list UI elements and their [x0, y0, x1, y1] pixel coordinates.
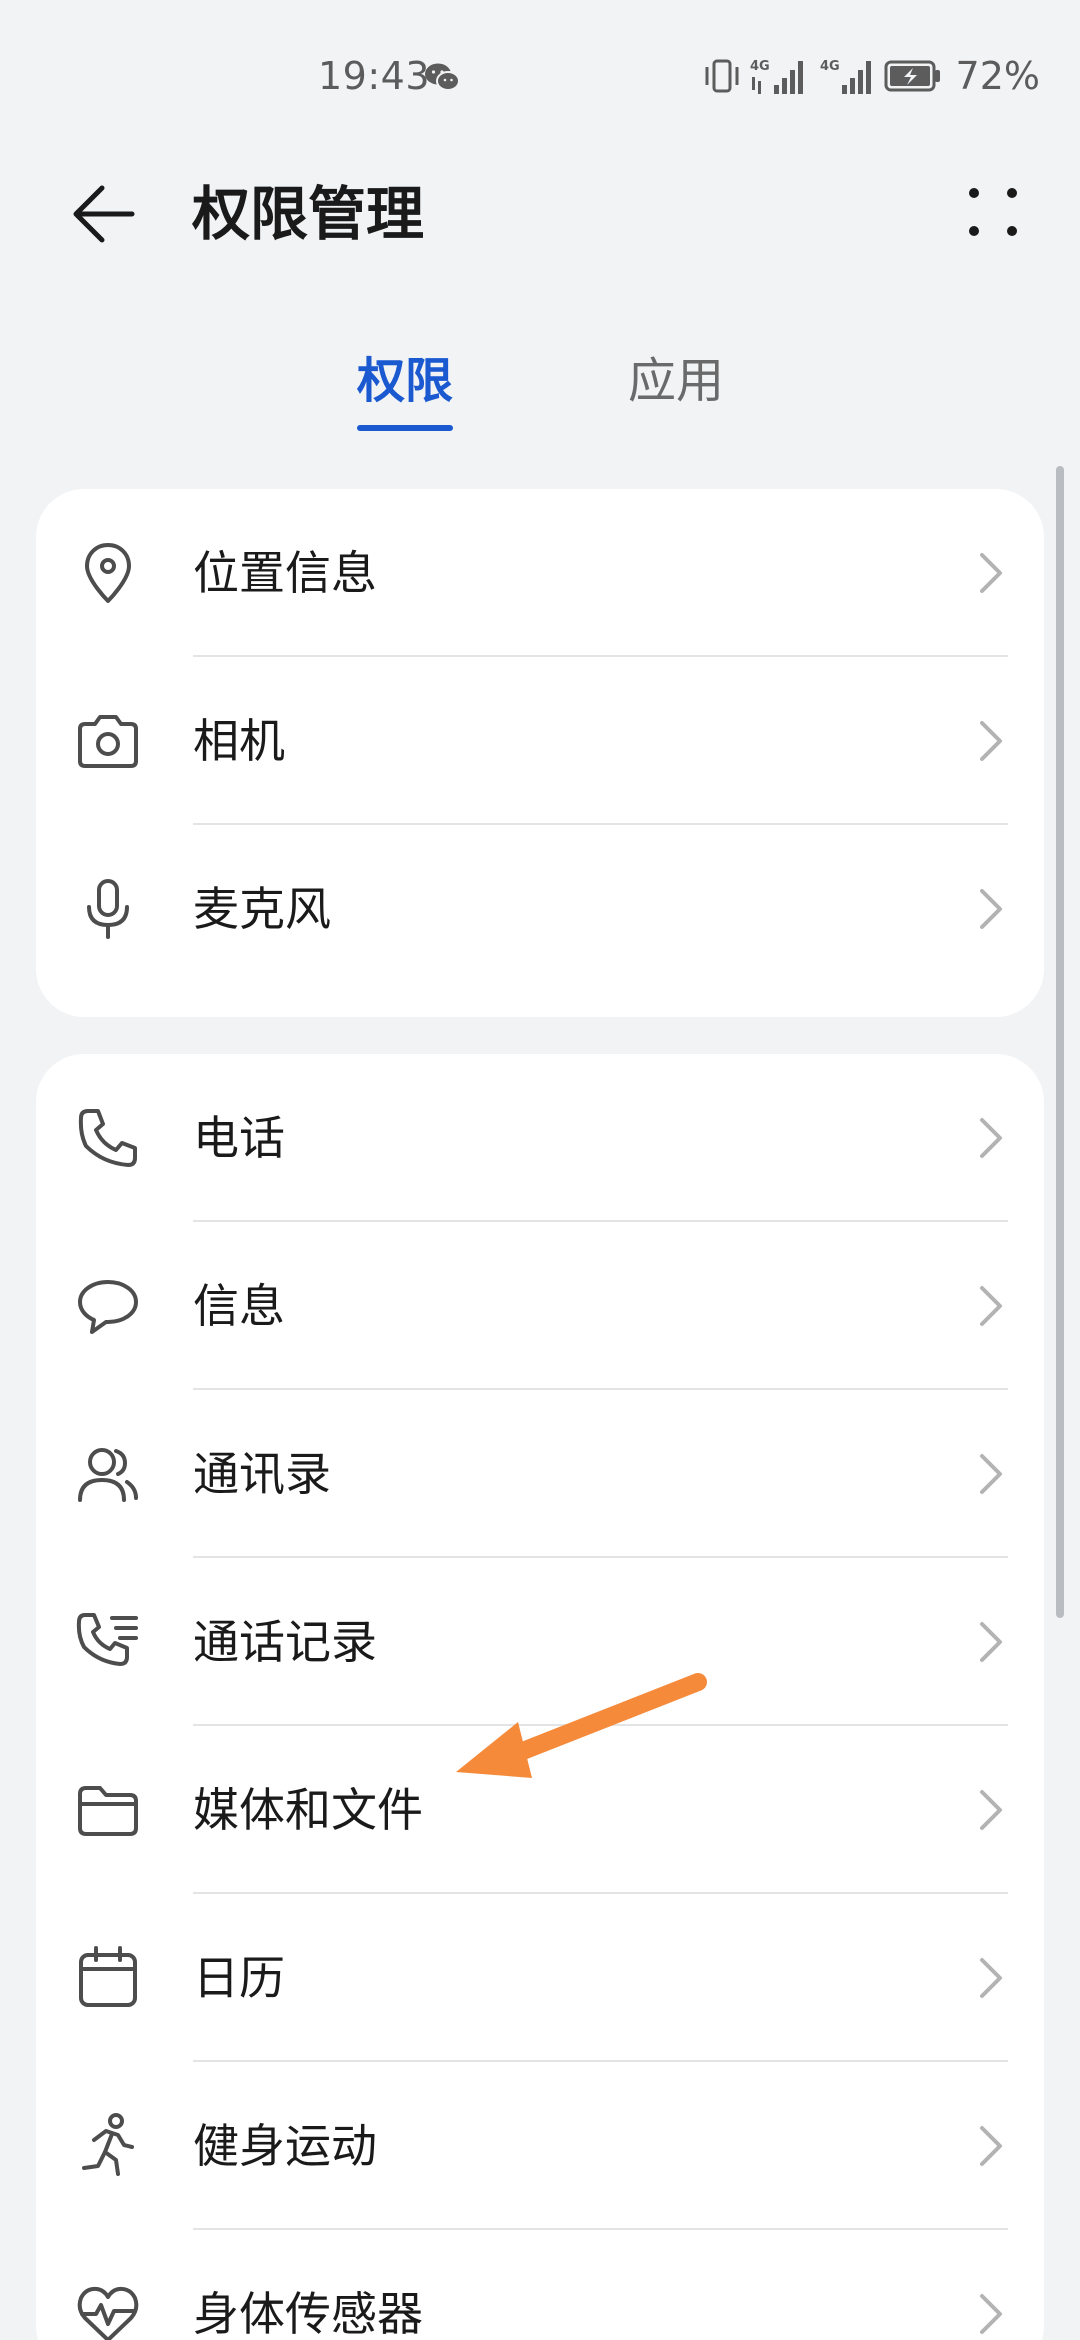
scrollbar[interactable]	[1056, 466, 1064, 1618]
list-item-label: 通讯录	[193, 1447, 331, 1501]
chevron-right-icon	[980, 1118, 1002, 1158]
page-title: 权限管理	[192, 180, 425, 248]
camera-icon	[72, 705, 144, 777]
list-item-fitness[interactable]: 健身运动	[36, 2062, 1044, 2230]
more-options-button[interactable]	[958, 180, 1028, 250]
permission-group-sensors: 位置信息 相机 麦克风	[36, 489, 1044, 1017]
tab-selected-indicator	[357, 425, 453, 431]
chevron-right-icon	[980, 889, 1002, 929]
message-icon	[72, 1270, 144, 1342]
signal-strength-icon-sim1: 4G	[750, 59, 803, 94]
annotation-arrow-icon	[456, 1673, 707, 1778]
chevron-right-icon	[980, 721, 1002, 761]
signal-strength-icon-sim2: 4G	[820, 59, 871, 94]
list-item-label: 信息	[193, 1279, 285, 1333]
list-item-label: 相机	[193, 714, 285, 768]
chevron-right-icon	[980, 1454, 1002, 1494]
phone-icon	[72, 1102, 144, 1174]
list-item-location[interactable]: 位置信息	[36, 489, 1044, 657]
calendar-icon	[72, 1942, 144, 2014]
battery-charging-icon	[884, 60, 940, 92]
list-item-label: 媒体和文件	[193, 1783, 423, 1837]
chevron-right-icon	[980, 1286, 1002, 1326]
list-item-camera[interactable]: 相机	[36, 657, 1044, 825]
wechat-notification-icon	[425, 63, 460, 91]
list-item-label: 通话记录	[193, 1615, 377, 1669]
vibrate-icon	[705, 59, 739, 93]
list-item-body-sensors[interactable]: 身体传感器	[36, 2230, 1044, 2340]
list-item-microphone[interactable]: 麦克风	[36, 825, 1044, 993]
chevron-right-icon	[980, 2126, 1002, 2166]
tab-permissions[interactable]: 权限	[357, 346, 453, 416]
status-time: 19:43	[318, 54, 431, 98]
contacts-icon	[72, 1438, 144, 1510]
folder-icon	[72, 1774, 144, 1846]
permission-management-screen: 19:43 4G 4G 72% 权限管理 权限 应用 位置信息 相机 麦克风 电…	[0, 0, 1080, 2340]
list-item-phone[interactable]: 电话	[36, 1054, 1044, 1222]
network-type-label: 4G	[750, 59, 770, 74]
chevron-right-icon	[980, 1790, 1002, 1830]
call-log-icon	[72, 1606, 144, 1678]
more-dots-icon	[969, 188, 1017, 236]
list-item-messages[interactable]: 信息	[36, 1222, 1044, 1390]
back-button[interactable]	[66, 176, 142, 252]
list-item-label: 电话	[193, 1111, 285, 1165]
chevron-right-icon	[980, 553, 1002, 593]
list-item-label: 日历	[193, 1951, 285, 2005]
battery-percent: 72%	[955, 54, 1040, 98]
location-icon	[72, 537, 144, 609]
running-icon	[72, 2110, 144, 2182]
microphone-icon	[72, 873, 144, 945]
chevron-right-icon	[980, 1622, 1002, 1662]
back-arrow-icon	[73, 185, 135, 243]
status-indicators: 4G 4G 72%	[702, 54, 1040, 98]
list-item-label: 健身运动	[193, 2119, 377, 2173]
list-item-calendar[interactable]: 日历	[36, 1894, 1044, 2062]
list-item-label: 麦克风	[193, 882, 331, 936]
list-item-label: 位置信息	[193, 546, 377, 600]
list-item-label: 身体传感器	[193, 2287, 423, 2340]
status-bar: 19:43 4G 4G 72%	[0, 0, 1080, 150]
network-type-label: 4G	[820, 59, 840, 74]
heart-rate-icon	[72, 2278, 144, 2340]
chevron-right-icon	[980, 1958, 1002, 1998]
chevron-right-icon	[980, 2294, 1002, 2334]
tab-apps[interactable]: 应用	[628, 346, 724, 416]
list-item-contacts[interactable]: 通讯录	[36, 1390, 1044, 1558]
